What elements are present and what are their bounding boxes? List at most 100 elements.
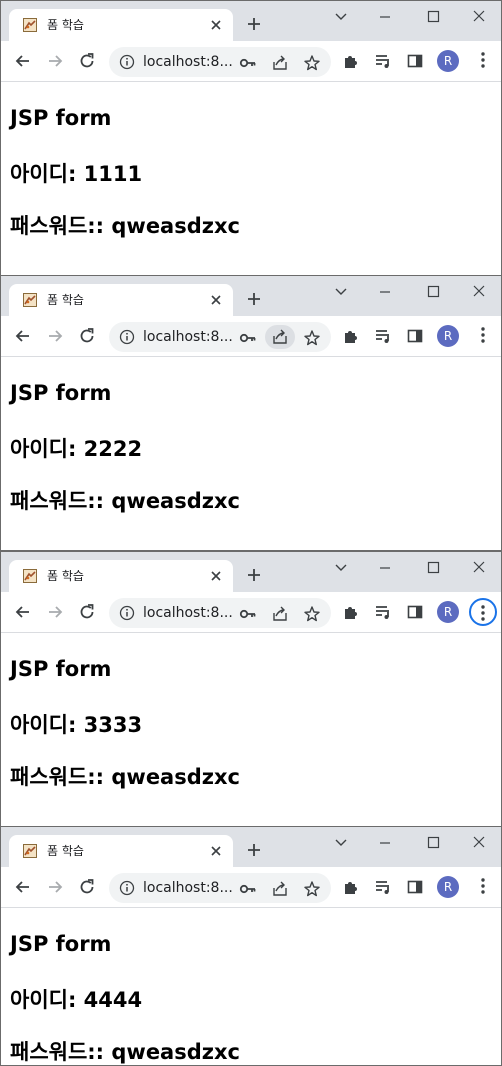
reload-icon[interactable] xyxy=(77,877,97,897)
info-icon[interactable] xyxy=(119,329,135,345)
forward-arrow-icon[interactable] xyxy=(45,877,65,897)
title-bar: 폼 학습 xyxy=(1,827,501,867)
forward-arrow-icon[interactable] xyxy=(45,51,65,71)
tab-title: 폼 학습 xyxy=(47,569,84,583)
kebab-menu-icon[interactable] xyxy=(469,47,497,75)
star-icon[interactable] xyxy=(303,329,321,347)
tomcat-favicon-icon xyxy=(23,569,37,583)
browser-tab[interactable]: 폼 학습 xyxy=(9,284,233,316)
maximize-icon[interactable] xyxy=(419,831,447,855)
page-heading: JSP form xyxy=(10,106,112,130)
chevron-down-icon[interactable] xyxy=(327,831,355,855)
back-arrow-icon[interactable] xyxy=(13,51,33,71)
address-bar[interactable]: localhost:8... xyxy=(109,322,331,352)
star-icon[interactable] xyxy=(303,880,321,898)
puzzle-icon[interactable] xyxy=(341,877,361,897)
info-icon[interactable] xyxy=(119,54,135,70)
share-icon[interactable] xyxy=(265,325,295,349)
chevron-down-icon[interactable] xyxy=(327,280,355,304)
reload-icon[interactable] xyxy=(77,326,97,346)
id-line: 아이디: 2222 xyxy=(10,437,143,461)
browser-tab[interactable]: 폼 학습 xyxy=(9,9,233,41)
avatar[interactable]: R xyxy=(437,50,459,72)
key-icon[interactable] xyxy=(239,329,257,347)
info-icon[interactable] xyxy=(119,605,135,621)
password-line: 패스워드:: qweasdzxc xyxy=(10,489,240,513)
url-text[interactable]: localhost:8... xyxy=(143,329,233,345)
browser-tab[interactable]: 폼 학습 xyxy=(9,835,233,867)
reload-icon[interactable] xyxy=(77,51,97,71)
password-line: 패스워드:: qweasdzxc xyxy=(10,765,240,789)
close-icon[interactable] xyxy=(209,568,223,582)
back-arrow-icon[interactable] xyxy=(13,877,33,897)
info-icon[interactable] xyxy=(119,880,135,896)
side-panel-icon[interactable] xyxy=(405,51,425,71)
maximize-icon[interactable] xyxy=(419,556,447,580)
avatar[interactable]: R xyxy=(437,325,459,347)
kebab-menu-icon[interactable] xyxy=(469,873,497,901)
back-arrow-icon[interactable] xyxy=(13,602,33,622)
minimize-icon[interactable] xyxy=(371,5,399,29)
url-text[interactable]: localhost:8... xyxy=(143,54,233,70)
url-text[interactable]: localhost:8... xyxy=(143,880,233,896)
plus-icon[interactable] xyxy=(245,290,263,308)
puzzle-icon[interactable] xyxy=(341,51,361,71)
kebab-menu-icon[interactable] xyxy=(469,598,497,626)
side-panel-icon[interactable] xyxy=(405,877,425,897)
window-close-icon[interactable] xyxy=(465,280,493,304)
puzzle-icon[interactable] xyxy=(341,602,361,622)
plus-icon[interactable] xyxy=(245,566,263,584)
browser-window: 폼 학습 xyxy=(0,551,502,827)
share-icon[interactable] xyxy=(271,880,289,898)
chevron-down-icon[interactable] xyxy=(327,5,355,29)
address-bar[interactable]: localhost:8... xyxy=(109,873,331,903)
window-close-icon[interactable] xyxy=(465,556,493,580)
side-panel-icon[interactable] xyxy=(405,602,425,622)
browser-toolbar: localhost:8... R xyxy=(1,41,501,82)
back-arrow-icon[interactable] xyxy=(13,326,33,346)
plus-icon[interactable] xyxy=(245,841,263,859)
media-queue-icon[interactable] xyxy=(373,602,393,622)
password-line: 패스워드:: qweasdzxc xyxy=(10,1040,240,1064)
browser-window: 폼 학습 xyxy=(0,275,502,551)
share-icon[interactable] xyxy=(271,54,289,72)
minimize-icon[interactable] xyxy=(371,280,399,304)
maximize-icon[interactable] xyxy=(419,280,447,304)
media-queue-icon[interactable] xyxy=(373,326,393,346)
forward-arrow-icon[interactable] xyxy=(45,326,65,346)
address-bar[interactable]: localhost:8... xyxy=(109,598,331,628)
maximize-icon[interactable] xyxy=(419,5,447,29)
close-icon[interactable] xyxy=(209,17,223,31)
side-panel-icon[interactable] xyxy=(405,326,425,346)
share-icon[interactable] xyxy=(271,605,289,623)
browser-toolbar: localhost:8... R xyxy=(1,592,501,633)
window-close-icon[interactable] xyxy=(465,5,493,29)
media-queue-icon[interactable] xyxy=(373,51,393,71)
browser-tab[interactable]: 폼 학습 xyxy=(9,560,233,592)
reload-icon[interactable] xyxy=(77,602,97,622)
tomcat-favicon-icon xyxy=(23,293,37,307)
key-icon[interactable] xyxy=(239,880,257,898)
avatar[interactable]: R xyxy=(437,876,459,898)
puzzle-icon[interactable] xyxy=(341,326,361,346)
url-text[interactable]: localhost:8... xyxy=(143,605,233,621)
minimize-icon[interactable] xyxy=(371,831,399,855)
minimize-icon[interactable] xyxy=(371,556,399,580)
window-close-icon[interactable] xyxy=(465,831,493,855)
plus-icon[interactable] xyxy=(245,15,263,33)
star-icon[interactable] xyxy=(303,54,321,72)
address-bar[interactable]: localhost:8... xyxy=(109,47,331,77)
id-line: 아이디: 1111 xyxy=(10,162,143,186)
chevron-down-icon[interactable] xyxy=(327,556,355,580)
kebab-menu-icon[interactable] xyxy=(469,322,497,350)
tomcat-favicon-icon xyxy=(23,844,37,858)
key-icon[interactable] xyxy=(239,54,257,72)
title-bar: 폼 학습 xyxy=(1,1,501,41)
avatar[interactable]: R xyxy=(437,601,459,623)
close-icon[interactable] xyxy=(209,292,223,306)
media-queue-icon[interactable] xyxy=(373,877,393,897)
star-icon[interactable] xyxy=(303,605,321,623)
key-icon[interactable] xyxy=(239,605,257,623)
close-icon[interactable] xyxy=(209,843,223,857)
forward-arrow-icon[interactable] xyxy=(45,602,65,622)
